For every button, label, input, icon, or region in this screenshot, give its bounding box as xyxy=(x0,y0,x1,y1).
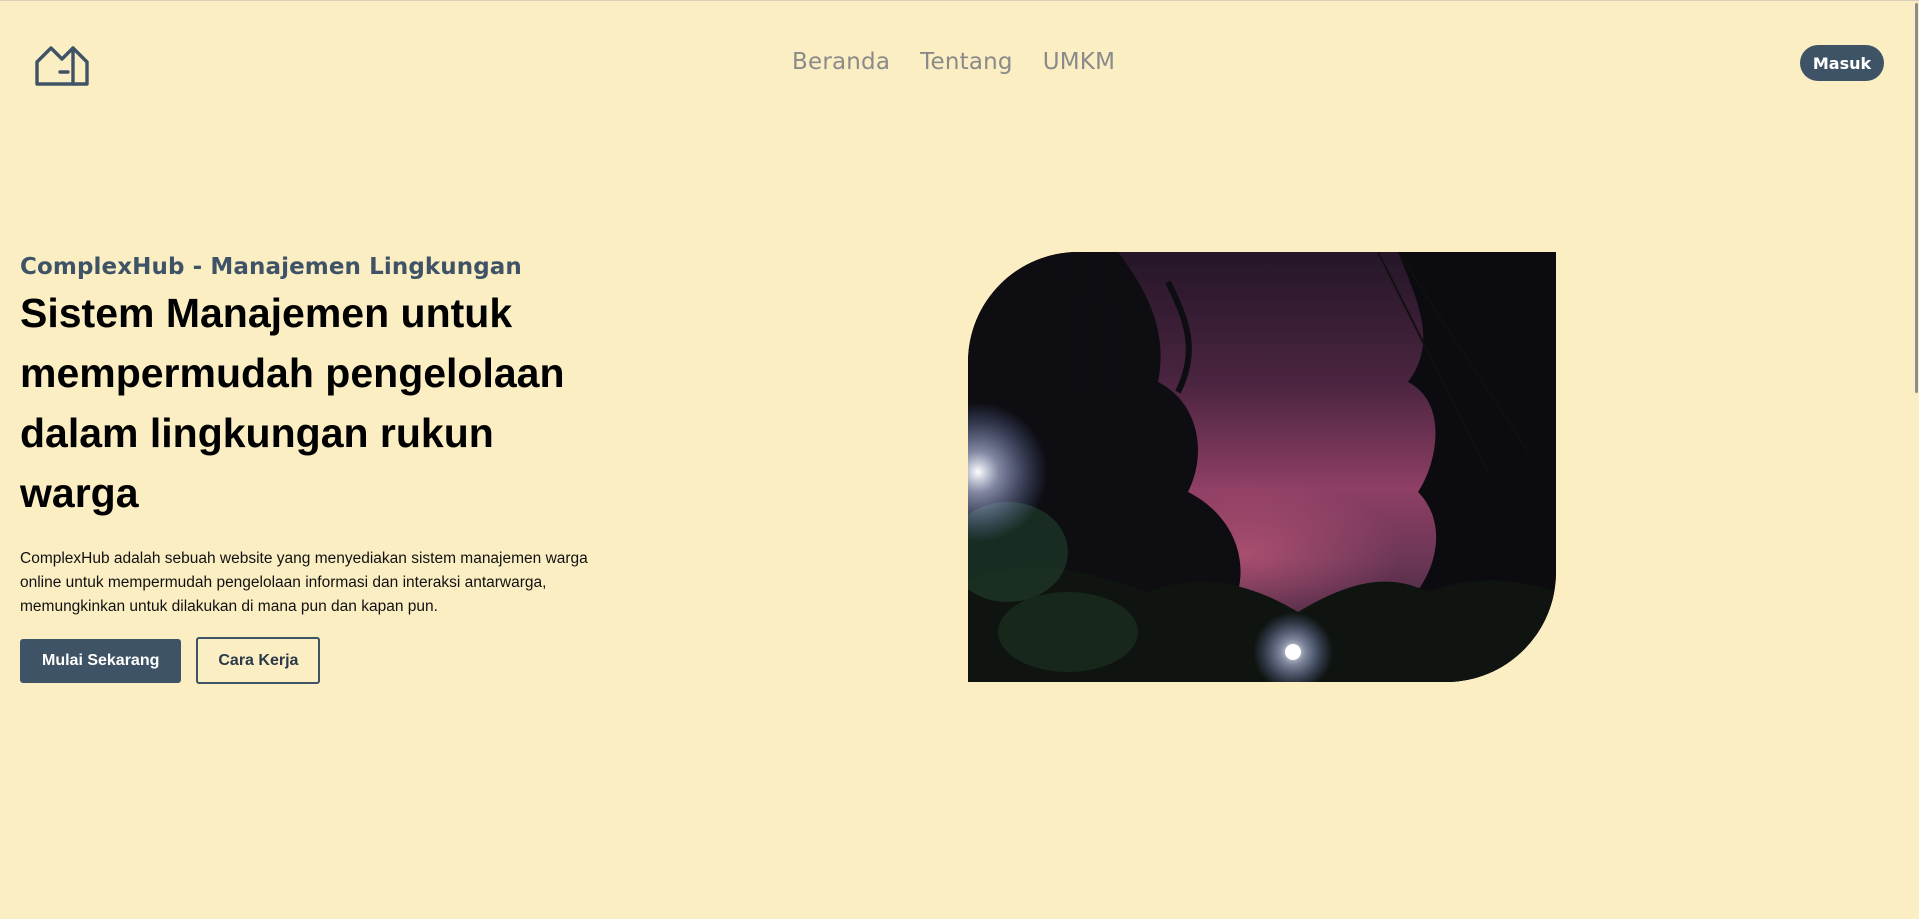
hero-image xyxy=(968,252,1556,682)
main-nav: Beranda Tentang UMKM xyxy=(792,49,1115,75)
page-scrollbar[interactable] xyxy=(1913,1,1919,919)
hero-eyebrow: ComplexHub - Manajemen Lingkungan xyxy=(20,254,522,280)
hero-description: ComplexHub adalah sebuah website yang me… xyxy=(20,550,588,615)
landing-page: Beranda Tentang UMKM Masuk ComplexHub - … xyxy=(0,0,1919,919)
hero-cta-row: Mulai Sekarang Cara Kerja xyxy=(20,637,640,684)
hero-section: ComplexHub - Manajemen Lingkungan Sistem… xyxy=(20,251,640,684)
night-sky-photo xyxy=(968,252,1556,682)
house-icon[interactable] xyxy=(35,42,91,86)
login-button[interactable]: Masuk xyxy=(1800,45,1884,81)
nav-link-tentang[interactable]: Tentang xyxy=(920,49,1013,75)
nav-link-umkm[interactable]: UMKM xyxy=(1043,49,1115,75)
hero-headline: Sistem Manajemen untuk mempermudah penge… xyxy=(20,290,565,516)
start-now-button[interactable]: Mulai Sekarang xyxy=(20,639,182,683)
how-it-works-button[interactable]: Cara Kerja xyxy=(196,637,321,684)
nav-link-beranda[interactable]: Beranda xyxy=(792,49,890,75)
scrollbar-thumb[interactable] xyxy=(1915,3,1918,393)
